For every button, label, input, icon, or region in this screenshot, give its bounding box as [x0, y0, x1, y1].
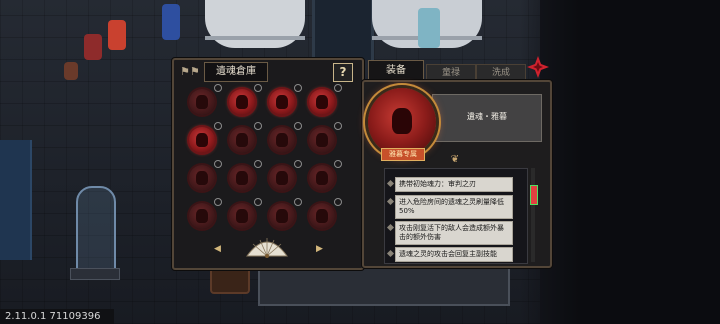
soul-face-icon — [196, 171, 208, 185]
soul-slot[interactable] — [186, 160, 222, 196]
soul-face-icon — [196, 209, 208, 223]
display-case-base — [70, 268, 120, 280]
soul-name-box: 遺魂・雅暮 — [432, 94, 542, 142]
warehouse-title: 遺魂倉庫 — [204, 62, 268, 82]
soul-slot[interactable] — [226, 122, 262, 158]
slot-indicator-icon — [294, 198, 302, 206]
bookshelf — [0, 140, 32, 260]
npc-child[interactable] — [64, 62, 78, 80]
slot-indicator-icon — [214, 160, 222, 168]
soul-face-icon — [316, 209, 328, 223]
slot-indicator-icon — [334, 122, 342, 130]
slot-indicator-icon — [294, 122, 302, 130]
exclusive-badge: 雅暮专属 — [381, 148, 425, 161]
effect-item: 进入危险房间的遗魂之灵刷量降低50% — [395, 195, 513, 219]
effect-list[interactable]: 携带初始魂力：审判之刃进入危险房间的遗魂之灵刷量降低50% 攻击刚复活下的敌人会造… — [384, 168, 528, 264]
npc-shopkeeper[interactable] — [108, 20, 126, 50]
fan-ornament-icon — [246, 238, 288, 258]
slot-indicator-icon — [254, 160, 262, 168]
soul-slot[interactable] — [266, 84, 302, 120]
effect-item: 携带初始魂力：审判之刃 — [395, 177, 513, 192]
page-prev-arrow[interactable]: ◀ — [214, 244, 221, 254]
flag-icon: ⚑⚑ — [180, 65, 200, 78]
soul-slot[interactable] — [306, 160, 342, 196]
soul-face-icon — [236, 171, 248, 185]
soul-slot[interactable] — [226, 84, 262, 120]
slot-indicator-icon — [254, 122, 262, 130]
soul-face-icon — [316, 171, 328, 185]
soul-face-icon — [276, 133, 288, 147]
slot-indicator-icon — [214, 198, 222, 206]
npc-merchant[interactable] — [84, 34, 102, 60]
effect-item: 攻击刚复活下的敌人会造成额外暴击的额外伤害 — [395, 221, 513, 245]
soul-slot[interactable] — [226, 198, 262, 234]
soul-face-icon — [316, 95, 328, 109]
soul-slot[interactable] — [306, 84, 342, 120]
soul-face-icon — [196, 133, 208, 147]
scrollbar-thumb[interactable] — [530, 185, 538, 205]
soul-face-icon — [276, 171, 288, 185]
page-next-arrow[interactable]: ▶ — [316, 244, 323, 254]
soul-face-icon — [276, 209, 288, 223]
slot-indicator-icon — [294, 160, 302, 168]
soul-face-icon — [316, 133, 328, 147]
soul-slot[interactable] — [266, 160, 302, 196]
soul-slot[interactable] — [266, 198, 302, 234]
counter — [258, 264, 510, 306]
slot-indicator-icon — [334, 84, 342, 92]
version-label: 2.11.0.1 71109396 — [0, 309, 114, 324]
slot-indicator-icon — [214, 84, 222, 92]
npc-statue — [418, 8, 440, 48]
soul-slot[interactable] — [306, 198, 342, 234]
soul-slot[interactable] — [226, 160, 262, 196]
soul-name: 遺魂・雅暮 — [467, 112, 507, 121]
wall-arch — [205, 0, 305, 48]
tab-equip[interactable]: 装备 — [368, 60, 424, 81]
soul-face-icon — [276, 95, 288, 109]
soul-face-icon — [236, 209, 248, 223]
slot-indicator-icon — [254, 84, 262, 92]
close-icon[interactable] — [525, 54, 551, 80]
soul-slot[interactable] — [186, 198, 222, 234]
soul-slot[interactable] — [266, 122, 302, 158]
soul-slot[interactable] — [186, 122, 222, 158]
soul-face-icon — [236, 133, 248, 147]
soul-portrait-icon — [392, 108, 412, 134]
wall-trim — [205, 36, 305, 40]
soul-slot[interactable] — [306, 122, 342, 158]
effect-item: 遗魂之灵的攻击会回复主副技能 — [395, 247, 513, 262]
soul-slot[interactable] — [186, 84, 222, 120]
soul-warehouse-panel: ⚑⚑ 遺魂倉庫 ? ◀ ▶ — [172, 58, 364, 270]
selected-soul-medal — [368, 88, 436, 156]
slot-indicator-icon — [294, 84, 302, 92]
doorway — [312, 0, 374, 60]
npc-guard[interactable] — [162, 4, 180, 40]
scrollbar-track[interactable] — [531, 168, 535, 262]
slot-indicator-icon — [214, 122, 222, 130]
divider-ornament-icon: ❦ — [450, 154, 460, 165]
soul-face-icon — [236, 95, 248, 109]
help-button[interactable]: ? — [333, 63, 353, 82]
slot-indicator-icon — [334, 160, 342, 168]
soul-face-icon — [196, 95, 208, 109]
slot-indicator-icon — [254, 198, 262, 206]
slot-indicator-icon — [334, 198, 342, 206]
glass-display-case[interactable] — [76, 186, 116, 274]
